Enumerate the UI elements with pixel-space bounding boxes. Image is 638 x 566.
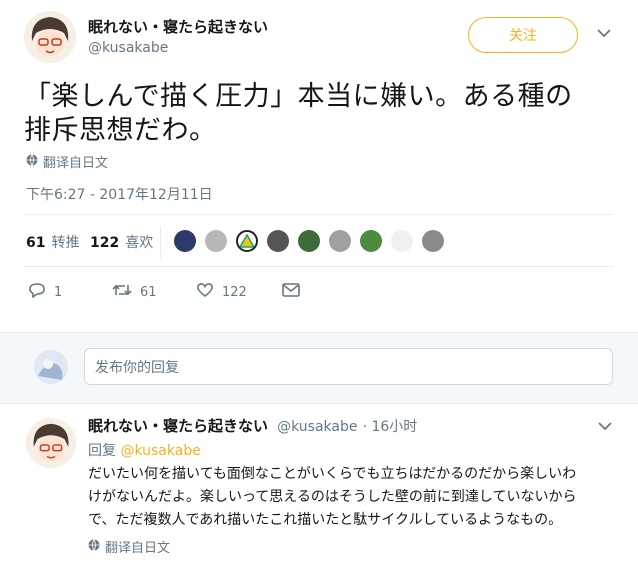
reply-time[interactable]: · 16小时 [363, 419, 418, 435]
reply-count: 1 [54, 284, 63, 300]
stat-separator [160, 226, 161, 258]
author-handle[interactable]: @kusakabe [88, 40, 168, 56]
translate-label: 翻译自日文 [43, 156, 109, 171]
author-avatar[interactable] [24, 11, 76, 63]
liker-avatar[interactable] [360, 230, 382, 252]
reply-icon [28, 282, 46, 302]
follow-button[interactable]: 关注 [468, 17, 578, 53]
reply-text-line-2: けがないんだよ。楽しいって思えるのはそうした壁の前に到達していないから [88, 489, 577, 505]
like-count: 122 [222, 284, 247, 300]
liker-avatar[interactable] [174, 230, 196, 252]
reply-translate-label: 翻译自日文 [105, 541, 171, 556]
likes-stat[interactable]: 122 喜欢 [90, 232, 153, 252]
retweets-count: 61 [26, 235, 46, 251]
reply-translate-link[interactable]: 翻译自日文 [88, 537, 170, 556]
reply-author-handle[interactable]: @kusakabe [277, 419, 357, 435]
liker-avatar[interactable] [236, 230, 258, 252]
tweet-text-line-2: 排斥思想だわ。 [24, 115, 217, 146]
reply-action[interactable]: 1 [28, 282, 62, 302]
globe-icon [88, 538, 100, 555]
liker-avatar[interactable] [422, 230, 444, 252]
reply-text-line-3: で、ただ複数人であれ描いたこれ描いたと駄サイクルしているようなもの。 [88, 512, 563, 528]
liker-avatar[interactable] [205, 230, 227, 252]
translate-link[interactable]: 翻译自日文 [26, 152, 108, 171]
replying-prefix: 回复 [88, 443, 116, 459]
liker-avatar[interactable] [329, 230, 351, 252]
likes-label: 喜欢 [125, 235, 154, 251]
liker-avatar[interactable] [267, 230, 289, 252]
reply-input[interactable]: 发布你的回复 [84, 348, 613, 385]
direct-message-action[interactable] [282, 283, 300, 301]
retweet-action[interactable]: 61 [112, 282, 157, 302]
retweet-icon [112, 282, 132, 302]
reply-header: 眠れない・寝たら起きない @kusakabe · 16小时 [88, 415, 417, 436]
current-user-avatar[interactable] [34, 350, 68, 384]
reply-author-name[interactable]: 眠れない・寝たら起きない [88, 417, 268, 435]
likes-count: 122 [90, 235, 120, 251]
tweet-text-line-1: 「楽しんで描く圧力」本当に嫌い。ある種の [24, 81, 573, 112]
liker-avatar[interactable] [298, 230, 320, 252]
like-action[interactable]: 122 [196, 282, 247, 302]
replying-to: 回复 @kusakabe [88, 440, 201, 460]
heart-icon [196, 282, 214, 302]
reply-text-line-1: だいたい何を描いても面倒なことがいくらでも立ちはだかるのだから楽しいわ [88, 466, 577, 482]
retweet-count: 61 [140, 284, 157, 300]
reply-text: だいたい何を描いても面倒なことがいくらでも立ちはだかるのだから楽しいわ けがない… [88, 463, 628, 532]
tweet-timestamp[interactable]: 下午6:27 - 2017年12月11日 [26, 184, 213, 204]
divider [24, 266, 614, 267]
replying-to-link[interactable]: @kusakabe [120, 443, 200, 459]
retweets-label: 转推 [51, 235, 80, 251]
liker-avatar[interactable] [391, 230, 413, 252]
reply-author-avatar[interactable] [26, 418, 76, 468]
chevron-down-icon[interactable] [597, 27, 611, 42]
likers-avatar-row [174, 230, 453, 252]
author-name[interactable]: 眠れない・寝たら起きない [88, 16, 268, 37]
divider [24, 214, 614, 215]
retweets-stat[interactable]: 61 转推 [26, 232, 79, 252]
reply-chevron-down-icon[interactable] [598, 420, 612, 435]
globe-icon [26, 153, 38, 170]
envelope-icon [282, 283, 300, 301]
